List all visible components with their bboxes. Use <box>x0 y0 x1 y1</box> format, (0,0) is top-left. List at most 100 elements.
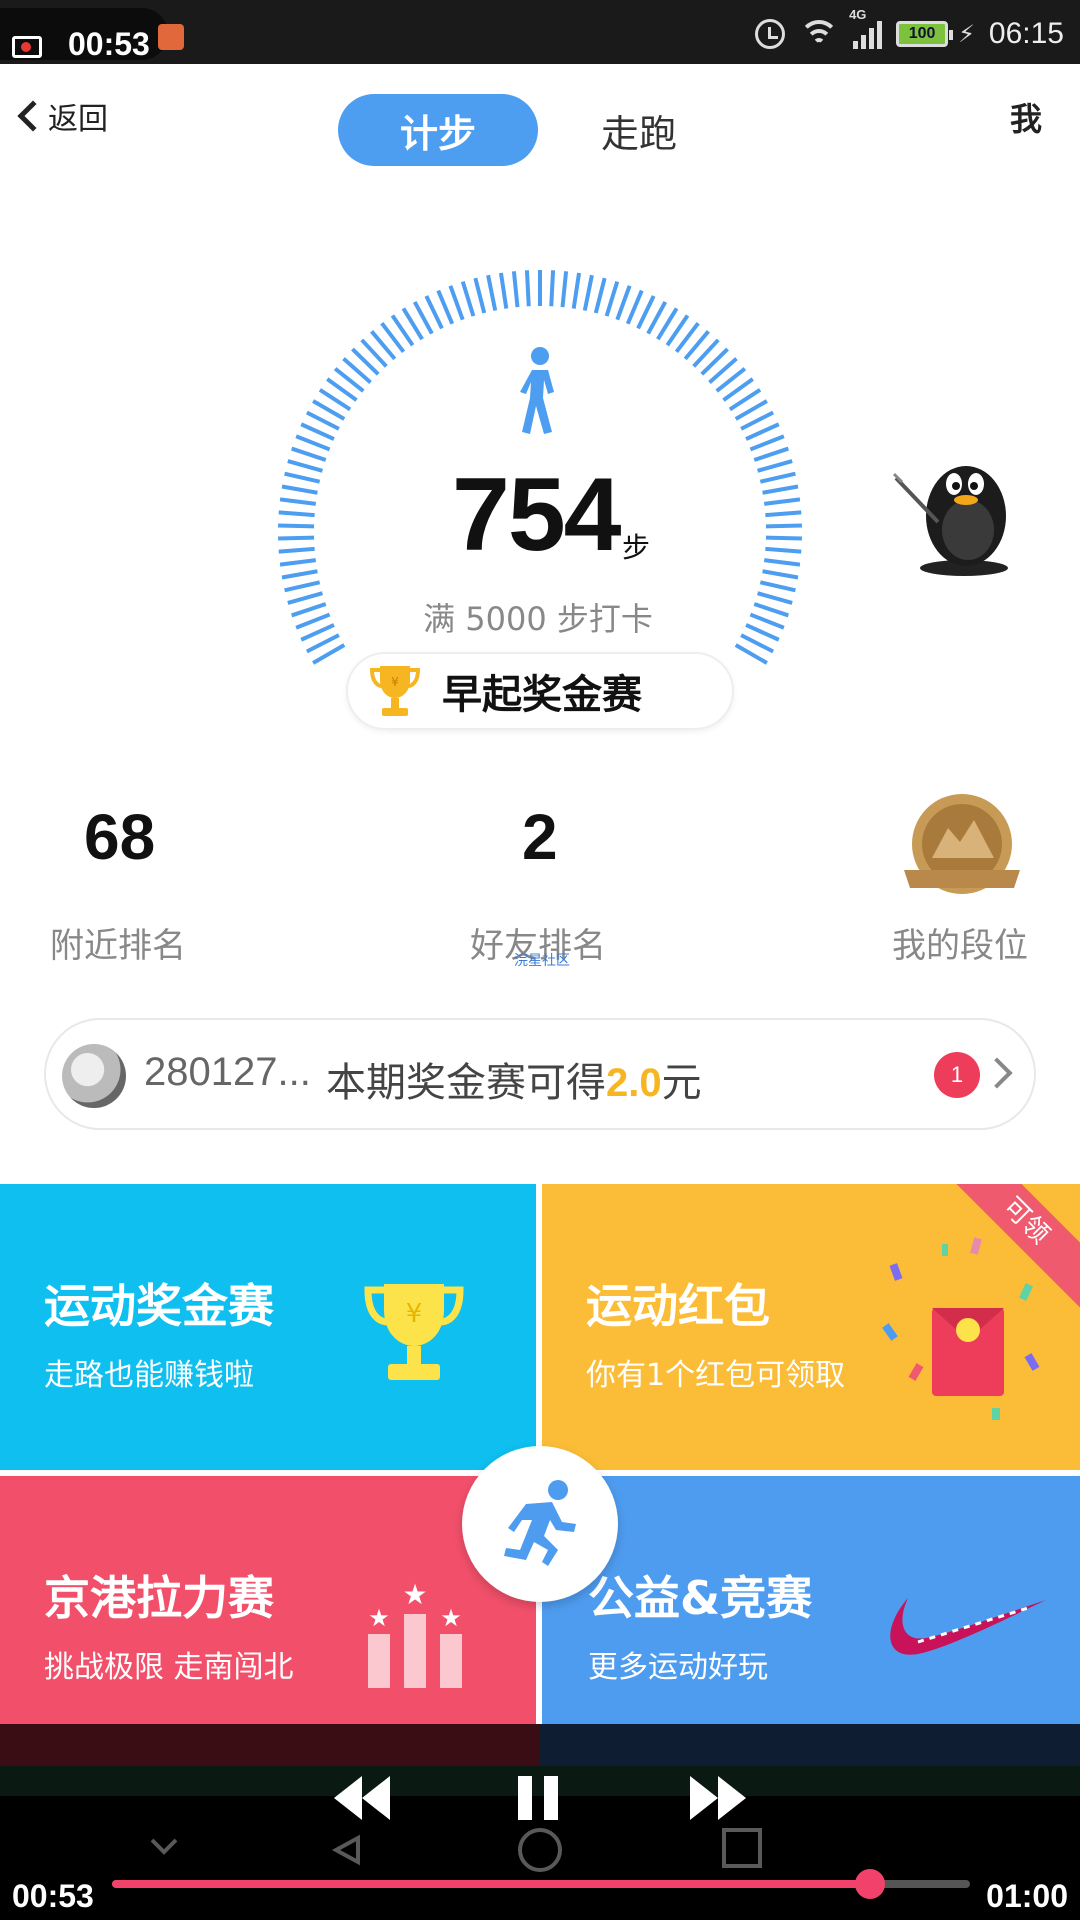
avatar <box>62 1044 126 1108</box>
reward-message-suffix: 元 <box>661 1060 702 1106</box>
gauge-tick <box>287 459 323 473</box>
notification-count-badge: 1 <box>934 1052 980 1098</box>
gauge-tick <box>498 272 509 309</box>
underlay-strip <box>0 1724 540 1766</box>
chevron-right-icon <box>981 1057 1013 1089</box>
network-type-label: 4G <box>849 7 867 22</box>
gauge-tick <box>448 285 465 321</box>
playback-current-time: 00:53 <box>12 1878 94 1914</box>
gauge-tick <box>278 535 315 541</box>
tab-walk-run[interactable]: 走跑 <box>574 94 704 166</box>
podium-stars-icon: ★ ★ ★ <box>368 1578 462 1688</box>
gauge-tick <box>279 558 317 567</box>
underlay-strip <box>540 1724 1080 1766</box>
pause-button[interactable] <box>518 1768 558 1828</box>
gauge-tick <box>757 459 793 473</box>
gauge-tick <box>284 580 321 593</box>
penguin-mascot-icon[interactable] <box>890 438 1022 576</box>
svg-text:★: ★ <box>440 1604 462 1632</box>
nearby-rank-value[interactable]: 68 <box>84 800 155 874</box>
back-label: 返回 <box>48 102 108 137</box>
early-bird-tournament-button[interactable]: ¥ 早起奖金赛 <box>346 652 734 730</box>
reward-banner[interactable]: 280127... 本期奖金赛可得2.0元 1 <box>44 1018 1036 1130</box>
gauge-tick <box>560 271 569 308</box>
rally-race-card[interactable]: 京港拉力赛 挑战极限 走南闯北 ★ ★ ★ <box>0 1476 536 1724</box>
walking-person-icon <box>520 347 554 434</box>
battery-level: 100 <box>908 25 936 42</box>
gauge-tick <box>278 523 315 529</box>
card-title: 运动奖金赛 <box>44 1279 274 1333</box>
gauge-tick <box>604 281 620 317</box>
gauge-tick <box>763 558 801 567</box>
svg-text:¥: ¥ <box>391 675 399 689</box>
cell-signal-icon: 4G <box>849 7 883 49</box>
gauge-tick <box>749 434 785 452</box>
friend-rank-value[interactable]: 2 <box>522 800 558 874</box>
record-icon <box>12 36 42 58</box>
recording-time: 00:53 <box>68 26 150 62</box>
me-button[interactable]: 我 <box>1010 94 1042 140</box>
gauge-tick <box>486 274 498 311</box>
reward-message: 本期奖金赛可得2.0元 <box>326 1050 702 1108</box>
sports-red-envelope-card[interactable]: 运动红包 你有1个红包可领取 可领 <box>542 1184 1080 1470</box>
gauge-tick <box>593 277 607 314</box>
gauge-tick <box>745 422 780 441</box>
seek-thumb[interactable] <box>854 1869 885 1899</box>
fast-forward-icon <box>690 1776 718 1820</box>
watermark-text: 浣星社区 <box>514 953 570 969</box>
gauge-tick <box>281 569 318 580</box>
trophy-icon: ¥ <box>370 666 420 716</box>
charity-competition-card[interactable]: 公益&竞赛 更多运动好玩 <box>542 1476 1080 1724</box>
gauge-tick <box>759 471 796 484</box>
rewind-icon <box>334 1776 362 1820</box>
card-subtitle: 你有1个红包可领取 <box>586 1358 846 1393</box>
system-nav-bar <box>150 1828 762 1872</box>
tournament-label: 早起奖金赛 <box>442 672 642 718</box>
gauge-tick <box>571 272 582 309</box>
back-button[interactable]: 返回 <box>14 94 108 138</box>
gauge-tick <box>765 523 802 529</box>
gauge-tick <box>279 497 317 506</box>
step-count-value: 754 <box>452 457 622 573</box>
gauge-tick <box>625 289 644 325</box>
wifi-icon <box>799 18 840 50</box>
playback-seek-bar[interactable] <box>112 1869 970 1899</box>
battery-icon: 100 <box>896 21 954 47</box>
gauge-tick <box>291 446 327 462</box>
gauge-tick <box>615 285 632 321</box>
svg-text:★: ★ <box>402 1578 427 1611</box>
rewind-button[interactable] <box>334 1768 390 1828</box>
screen-recording-indicator[interactable]: 00:53 <box>0 8 168 62</box>
gauge-tick <box>436 289 455 325</box>
alarm-icon <box>755 19 786 49</box>
gauge-tick <box>753 446 789 462</box>
gauge-tick <box>765 546 802 554</box>
app-notification-icon <box>158 24 184 50</box>
gauge-tick <box>762 484 799 495</box>
gauge-tick <box>524 270 531 307</box>
card-subtitle: 走路也能赚钱啦 <box>44 1358 254 1393</box>
status-bar: 00:53 4G 100 ⚡ 06:15 <box>0 0 1080 64</box>
gauge-tick <box>759 580 796 593</box>
gauge-tick <box>473 277 487 314</box>
playback-progress-fill <box>112 1880 870 1888</box>
rank-medal-icon[interactable] <box>898 788 1026 904</box>
status-clock: 06:15 <box>988 17 1064 50</box>
fast-forward-button[interactable] <box>690 1768 746 1828</box>
gauge-tick <box>511 271 520 308</box>
svg-text:★: ★ <box>368 1604 390 1632</box>
swoosh-icon <box>890 1598 1046 1655</box>
gauge-tick <box>582 274 594 311</box>
sports-tournament-card[interactable]: 运动奖金赛 走路也能赚钱啦 ¥ <box>0 1184 536 1470</box>
card-subtitle: 挑战极限 走南闯北 <box>44 1650 294 1685</box>
gauge-tick <box>295 434 331 452</box>
svg-text:¥: ¥ <box>406 1299 423 1329</box>
start-run-button[interactable] <box>462 1446 618 1602</box>
gauge-tick <box>765 535 802 541</box>
tab-step-count[interactable]: 计步 <box>338 94 538 166</box>
playback-total-time: 01:00 <box>986 1878 1068 1914</box>
nearby-rank-label: 附近排名 <box>50 926 186 966</box>
gauge-tick <box>765 510 802 518</box>
trophy-icon: ¥ <box>364 1284 464 1380</box>
gauge-tick <box>460 281 476 317</box>
